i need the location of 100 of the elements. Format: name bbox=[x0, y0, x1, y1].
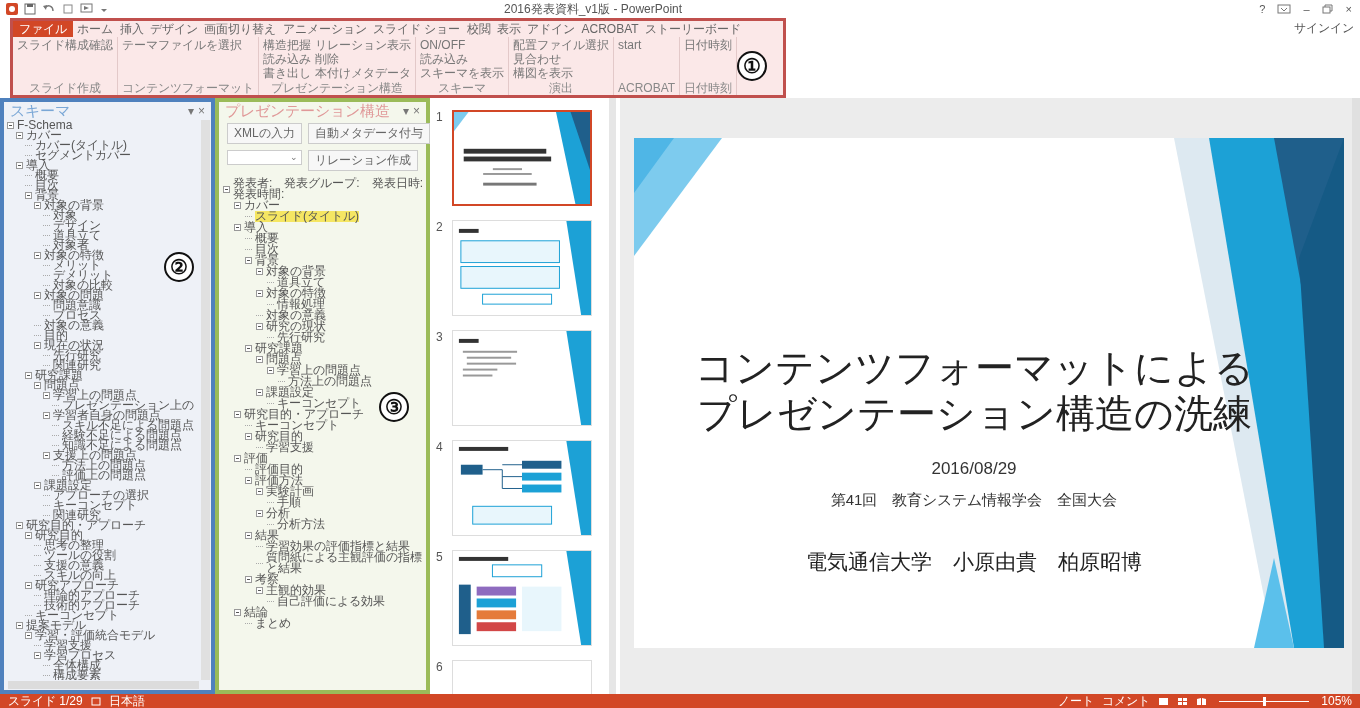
tree-item[interactable]: 学習上の問題点 bbox=[277, 365, 361, 376]
tree-item[interactable]: 分析方法 bbox=[277, 519, 325, 530]
ribbon-command[interactable]: 削除 bbox=[315, 53, 411, 66]
tree-item[interactable]: カバー(タイトル) bbox=[35, 140, 127, 150]
tree-toggle-icon[interactable] bbox=[256, 510, 263, 517]
tree-toggle-icon[interactable] bbox=[234, 224, 241, 231]
sorter-view-icon[interactable] bbox=[1177, 696, 1189, 706]
tree-item[interactable]: 研究の現状 bbox=[266, 321, 326, 332]
tree-item[interactable]: スキル不足による問題点 bbox=[62, 420, 194, 430]
tree-item[interactable]: 先行研究 bbox=[277, 332, 325, 343]
tree-item[interactable]: キーコンセプト bbox=[53, 500, 137, 510]
tree-toggle-icon[interactable] bbox=[16, 131, 23, 139]
tree-item[interactable]: 問題意識 bbox=[53, 300, 101, 310]
ribbon-tab[interactable]: デザイン bbox=[147, 21, 200, 37]
tree-item[interactable]: 研究目的 bbox=[35, 530, 83, 540]
tree-item[interactable]: 結果 bbox=[255, 530, 279, 541]
tree-item[interactable]: 問題点 bbox=[266, 354, 302, 365]
tree-item[interactable]: 経験不足による問題点 bbox=[62, 430, 182, 440]
tree-item[interactable]: 評価目的 bbox=[255, 464, 303, 475]
dropdown-field[interactable]: ⌄ bbox=[227, 150, 302, 165]
ribbon-command[interactable]: テーマファイルを選択 bbox=[122, 39, 242, 52]
tree-toggle-icon[interactable] bbox=[256, 323, 263, 330]
tree-item[interactable]: 課題設定 bbox=[44, 480, 92, 490]
ribbon-tab[interactable]: 表示 bbox=[494, 21, 523, 37]
tree-toggle-icon[interactable] bbox=[256, 488, 263, 495]
tree-toggle-icon[interactable] bbox=[234, 609, 241, 616]
tree-item[interactable]: 対象の問題 bbox=[44, 290, 104, 300]
ribbon-tab[interactable]: 画面切り替え bbox=[202, 21, 279, 37]
tree-item[interactable]: メリット bbox=[53, 260, 101, 270]
tree-item[interactable]: 目的 bbox=[44, 330, 68, 340]
tree-item[interactable]: 実験計画 bbox=[266, 486, 314, 497]
tree-item[interactable]: 問題点 bbox=[44, 380, 80, 390]
tree-toggle-icon[interactable] bbox=[25, 631, 32, 639]
tree-toggle-icon[interactable] bbox=[43, 451, 50, 459]
tree-toggle-icon[interactable] bbox=[7, 121, 14, 129]
tree-toggle-icon[interactable] bbox=[34, 481, 41, 489]
tree-item[interactable]: 対象者 bbox=[53, 240, 89, 250]
tree-item[interactable]: スキルの向上 bbox=[44, 570, 116, 580]
zoom-percent[interactable]: 105% bbox=[1321, 694, 1352, 708]
ribbon-tab[interactable]: 校閲 bbox=[464, 21, 493, 37]
tree-toggle-icon[interactable] bbox=[256, 356, 263, 363]
tree-item[interactable]: 関連研究 bbox=[53, 360, 101, 370]
tree-item[interactable]: アプローチの選択 bbox=[53, 490, 149, 500]
tree-toggle-icon[interactable] bbox=[16, 521, 23, 529]
tree-item[interactable]: 概要 bbox=[255, 233, 279, 244]
normal-view-icon[interactable] bbox=[1158, 696, 1170, 706]
comments-button[interactable]: コメント bbox=[1102, 694, 1151, 708]
tree-item[interactable]: 対象 bbox=[53, 210, 77, 220]
tree-toggle-icon[interactable] bbox=[34, 341, 41, 349]
tree-toggle-icon[interactable] bbox=[34, 651, 41, 659]
tree-item[interactable]: キーコンセプト bbox=[35, 610, 119, 620]
ribbon-command[interactable]: 構造把握 bbox=[263, 39, 311, 52]
tree-item[interactable]: 支援の意義 bbox=[44, 560, 104, 570]
tree-item[interactable]: 評価 bbox=[244, 453, 268, 464]
slide-thumbnail[interactable] bbox=[452, 110, 592, 206]
tree-item[interactable]: 対象の意義 bbox=[266, 310, 326, 321]
ribbon-command[interactable]: 読み込み bbox=[420, 53, 504, 66]
tree-item[interactable]: 目次 bbox=[35, 180, 59, 190]
tree-toggle-icon[interactable] bbox=[43, 411, 50, 419]
ribbon-tab[interactable]: アドイン bbox=[525, 21, 578, 37]
pane-close-button[interactable]: × bbox=[198, 104, 205, 118]
tree-toggle-icon[interactable] bbox=[256, 268, 263, 275]
ribbon-command[interactable]: 見合わせ bbox=[513, 53, 609, 66]
tree-toggle-icon[interactable] bbox=[245, 257, 252, 264]
tree-item[interactable]: 道具立て bbox=[53, 230, 101, 240]
tree-item[interactable]: 学習支援 bbox=[266, 442, 314, 453]
tree-toggle-icon[interactable] bbox=[34, 381, 41, 389]
ribbon-command[interactable]: 日付時刻 bbox=[684, 39, 733, 52]
tree-toggle-icon[interactable] bbox=[25, 531, 32, 539]
tree-item[interactable]: F-Schema bbox=[17, 120, 73, 130]
tree-item[interactable]: 学習プロセス bbox=[44, 650, 116, 660]
tree-item[interactable]: 導入 bbox=[244, 222, 268, 233]
metadata-button[interactable]: 自動メタデータ付与 bbox=[307, 123, 430, 144]
tree-toggle-icon[interactable] bbox=[16, 621, 23, 629]
tree-item[interactable]: 評価上の問題点 bbox=[62, 470, 146, 480]
tree-item[interactable]: 学習上の問題点 bbox=[53, 390, 137, 400]
ribbon-command[interactable]: ON/OFF bbox=[420, 39, 504, 52]
pane-menu-button[interactable]: ▾ bbox=[188, 104, 194, 118]
scrollbar[interactable] bbox=[201, 120, 210, 680]
tree-item[interactable]: 対象の背景 bbox=[44, 200, 104, 210]
tree-toggle-icon[interactable] bbox=[267, 367, 274, 374]
tree-item[interactable]: 関連研究 bbox=[53, 510, 101, 520]
ribbon-command[interactable]: スライド構成確認 bbox=[17, 39, 113, 52]
tree-toggle-icon[interactable] bbox=[245, 433, 252, 440]
tree-item[interactable]: 研究目的 bbox=[255, 431, 303, 442]
tree-toggle-icon[interactable] bbox=[234, 202, 241, 209]
tree-toggle-icon[interactable] bbox=[25, 581, 32, 589]
tree-item[interactable]: デメリット bbox=[53, 270, 113, 280]
relation-button[interactable]: リレーション作成 bbox=[308, 150, 418, 171]
tree-toggle-icon[interactable] bbox=[234, 455, 241, 462]
tree-item[interactable]: 研究目的・アプローチ bbox=[26, 520, 146, 530]
ribbon-command[interactable]: 書き出し bbox=[263, 67, 311, 80]
tree-item[interactable]: 対象の背景 bbox=[266, 266, 326, 277]
tree-item[interactable]: 分析 bbox=[266, 508, 290, 519]
xml-input-button[interactable]: XMLの入力 bbox=[227, 123, 302, 144]
tree-item[interactable]: 道具立て bbox=[277, 277, 325, 288]
tree-item[interactable]: 思考の整理 bbox=[44, 540, 104, 550]
tree-item[interactable]: 対象の特徴 bbox=[44, 250, 104, 260]
tree-toggle-icon[interactable] bbox=[256, 389, 263, 396]
tree-toggle-icon[interactable] bbox=[245, 345, 252, 352]
